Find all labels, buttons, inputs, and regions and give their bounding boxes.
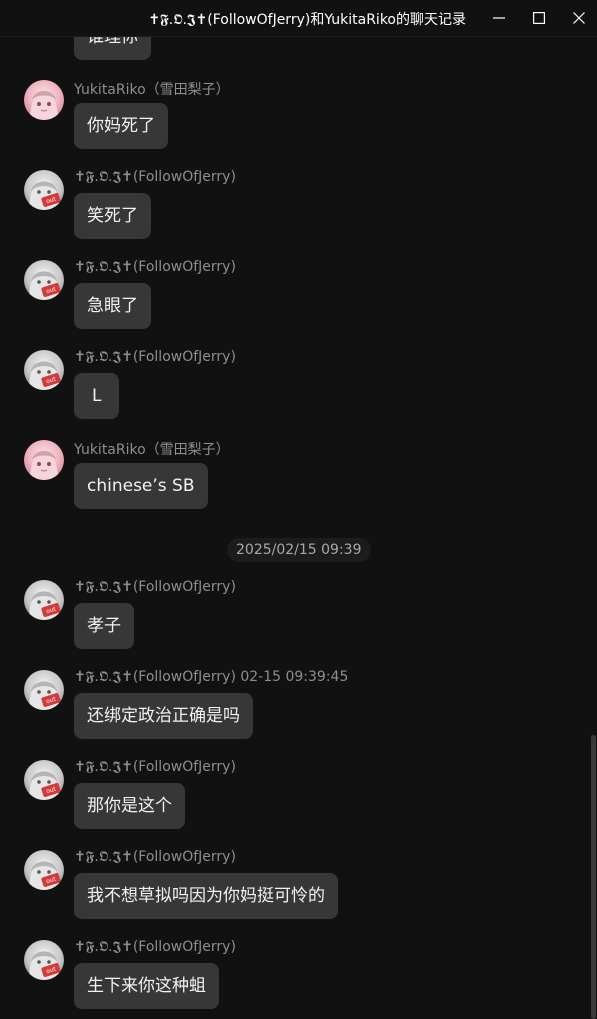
message-bubble[interactable]: 那你是这个 xyxy=(74,783,185,829)
message-bubble[interactable]: 孝子 xyxy=(74,603,134,649)
avatar[interactable]: out xyxy=(24,670,64,710)
message-bubble[interactable]: 生下来你这种蛆 xyxy=(74,963,219,1009)
scrollbar-thumb[interactable] xyxy=(591,735,596,1019)
message-list[interactable]: 谁理你 YukitaRiko（雪田梨子） 你妈死了 out ✝𝕱.𝕺.𝕵✝(Fo… xyxy=(0,0,597,1019)
sender-name: ✝𝕱.𝕺.𝕵✝(FollowOfJerry) xyxy=(74,579,236,595)
message-bubble[interactable]: 笑死了 xyxy=(74,193,151,239)
avatar[interactable]: out xyxy=(24,170,64,210)
message-row: out ✝𝕱.𝕺.𝕵✝(FollowOfJerry) 急眼了 xyxy=(0,259,580,340)
message-bubble[interactable]: chinese’s SB xyxy=(74,463,208,509)
message-row: out ✝𝕱.𝕺.𝕵✝(FollowOfJerry) 生下来你这种蛆 xyxy=(0,939,580,1019)
message-bubble[interactable]: 急眼了 xyxy=(74,283,151,329)
avatar[interactable]: out xyxy=(24,940,64,980)
sender-name: ✝𝕱.𝕺.𝕵✝(FollowOfJerry) xyxy=(74,169,236,185)
message-row: YukitaRiko（雪田梨子） chinese’s SB xyxy=(0,440,580,520)
timestamp-divider: 2025/02/15 09:39 xyxy=(227,538,371,562)
avatar[interactable]: out xyxy=(24,580,64,620)
title-bar: ✝𝕱.𝕺.𝕵✝(FollowOfJerry)和YukitaRiko的聊天记录 xyxy=(0,0,597,37)
chat-history-window: 谁理你 YukitaRiko（雪田梨子） 你妈死了 out ✝𝕱.𝕺.𝕵✝(Fo… xyxy=(0,0,597,1019)
avatar[interactable]: out xyxy=(24,850,64,890)
sender-name: ✝𝕱.𝕺.𝕵✝(FollowOfJerry) xyxy=(74,259,236,275)
minimize-button[interactable] xyxy=(479,0,519,36)
message-row: out ✝𝕱.𝕺.𝕵✝(FollowOfJerry) 笑死了 xyxy=(0,169,580,250)
message-bubble[interactable]: 你妈死了 xyxy=(74,103,168,149)
close-icon xyxy=(573,12,585,24)
maximize-button[interactable] xyxy=(519,0,559,36)
message-row: out ✝𝕱.𝕺.𝕵✝(FollowOfJerry) 我不想草拟吗因为你妈挺可怜… xyxy=(0,849,580,930)
avatar[interactable] xyxy=(24,440,64,480)
sender-name: ✝𝕱.𝕺.𝕵✝(FollowOfJerry) xyxy=(74,849,236,865)
sender-name: YukitaRiko（雪田梨子） xyxy=(74,82,230,98)
message-bubble[interactable]: L xyxy=(74,373,120,419)
message-row: out ✝𝕱.𝕺.𝕵✝(FollowOfJerry) 孝子 xyxy=(0,579,580,660)
message-row: out ✝𝕱.𝕺.𝕵✝(FollowOfJerry) 02-15 09:39:4… xyxy=(0,669,580,750)
avatar[interactable]: out xyxy=(24,350,64,390)
sender-name: ✝𝕱.𝕺.𝕵✝(FollowOfJerry) 02-15 09:39:45 xyxy=(74,669,349,685)
message-bubble[interactable]: 还绑定政治正确是吗 xyxy=(74,693,253,739)
message-row: out ✝𝕱.𝕺.𝕵✝(FollowOfJerry) 那你是这个 xyxy=(0,759,580,840)
avatar[interactable]: out xyxy=(24,760,64,800)
maximize-icon xyxy=(533,12,545,24)
window-title: ✝𝕱.𝕺.𝕵✝(FollowOfJerry)和YukitaRiko的聊天记录 xyxy=(148,12,466,28)
sender-name: ✝𝕱.𝕺.𝕵✝(FollowOfJerry) xyxy=(74,349,236,365)
sender-name: YukitaRiko（雪田梨子） xyxy=(74,442,230,458)
minimize-icon xyxy=(493,17,505,19)
sender-name: ✝𝕱.𝕺.𝕵✝(FollowOfJerry) xyxy=(74,759,236,775)
message-row: YukitaRiko（雪田梨子） 你妈死了 xyxy=(0,80,580,160)
avatar[interactable]: out xyxy=(24,260,64,300)
message-bubble[interactable]: 我不想草拟吗因为你妈挺可怜的 xyxy=(74,873,338,919)
close-button[interactable] xyxy=(559,0,597,36)
avatar[interactable] xyxy=(24,80,64,120)
message-row: out ✝𝕱.𝕺.𝕵✝(FollowOfJerry) L xyxy=(0,349,580,430)
sender-name: ✝𝕱.𝕺.𝕵✝(FollowOfJerry) xyxy=(74,939,236,955)
